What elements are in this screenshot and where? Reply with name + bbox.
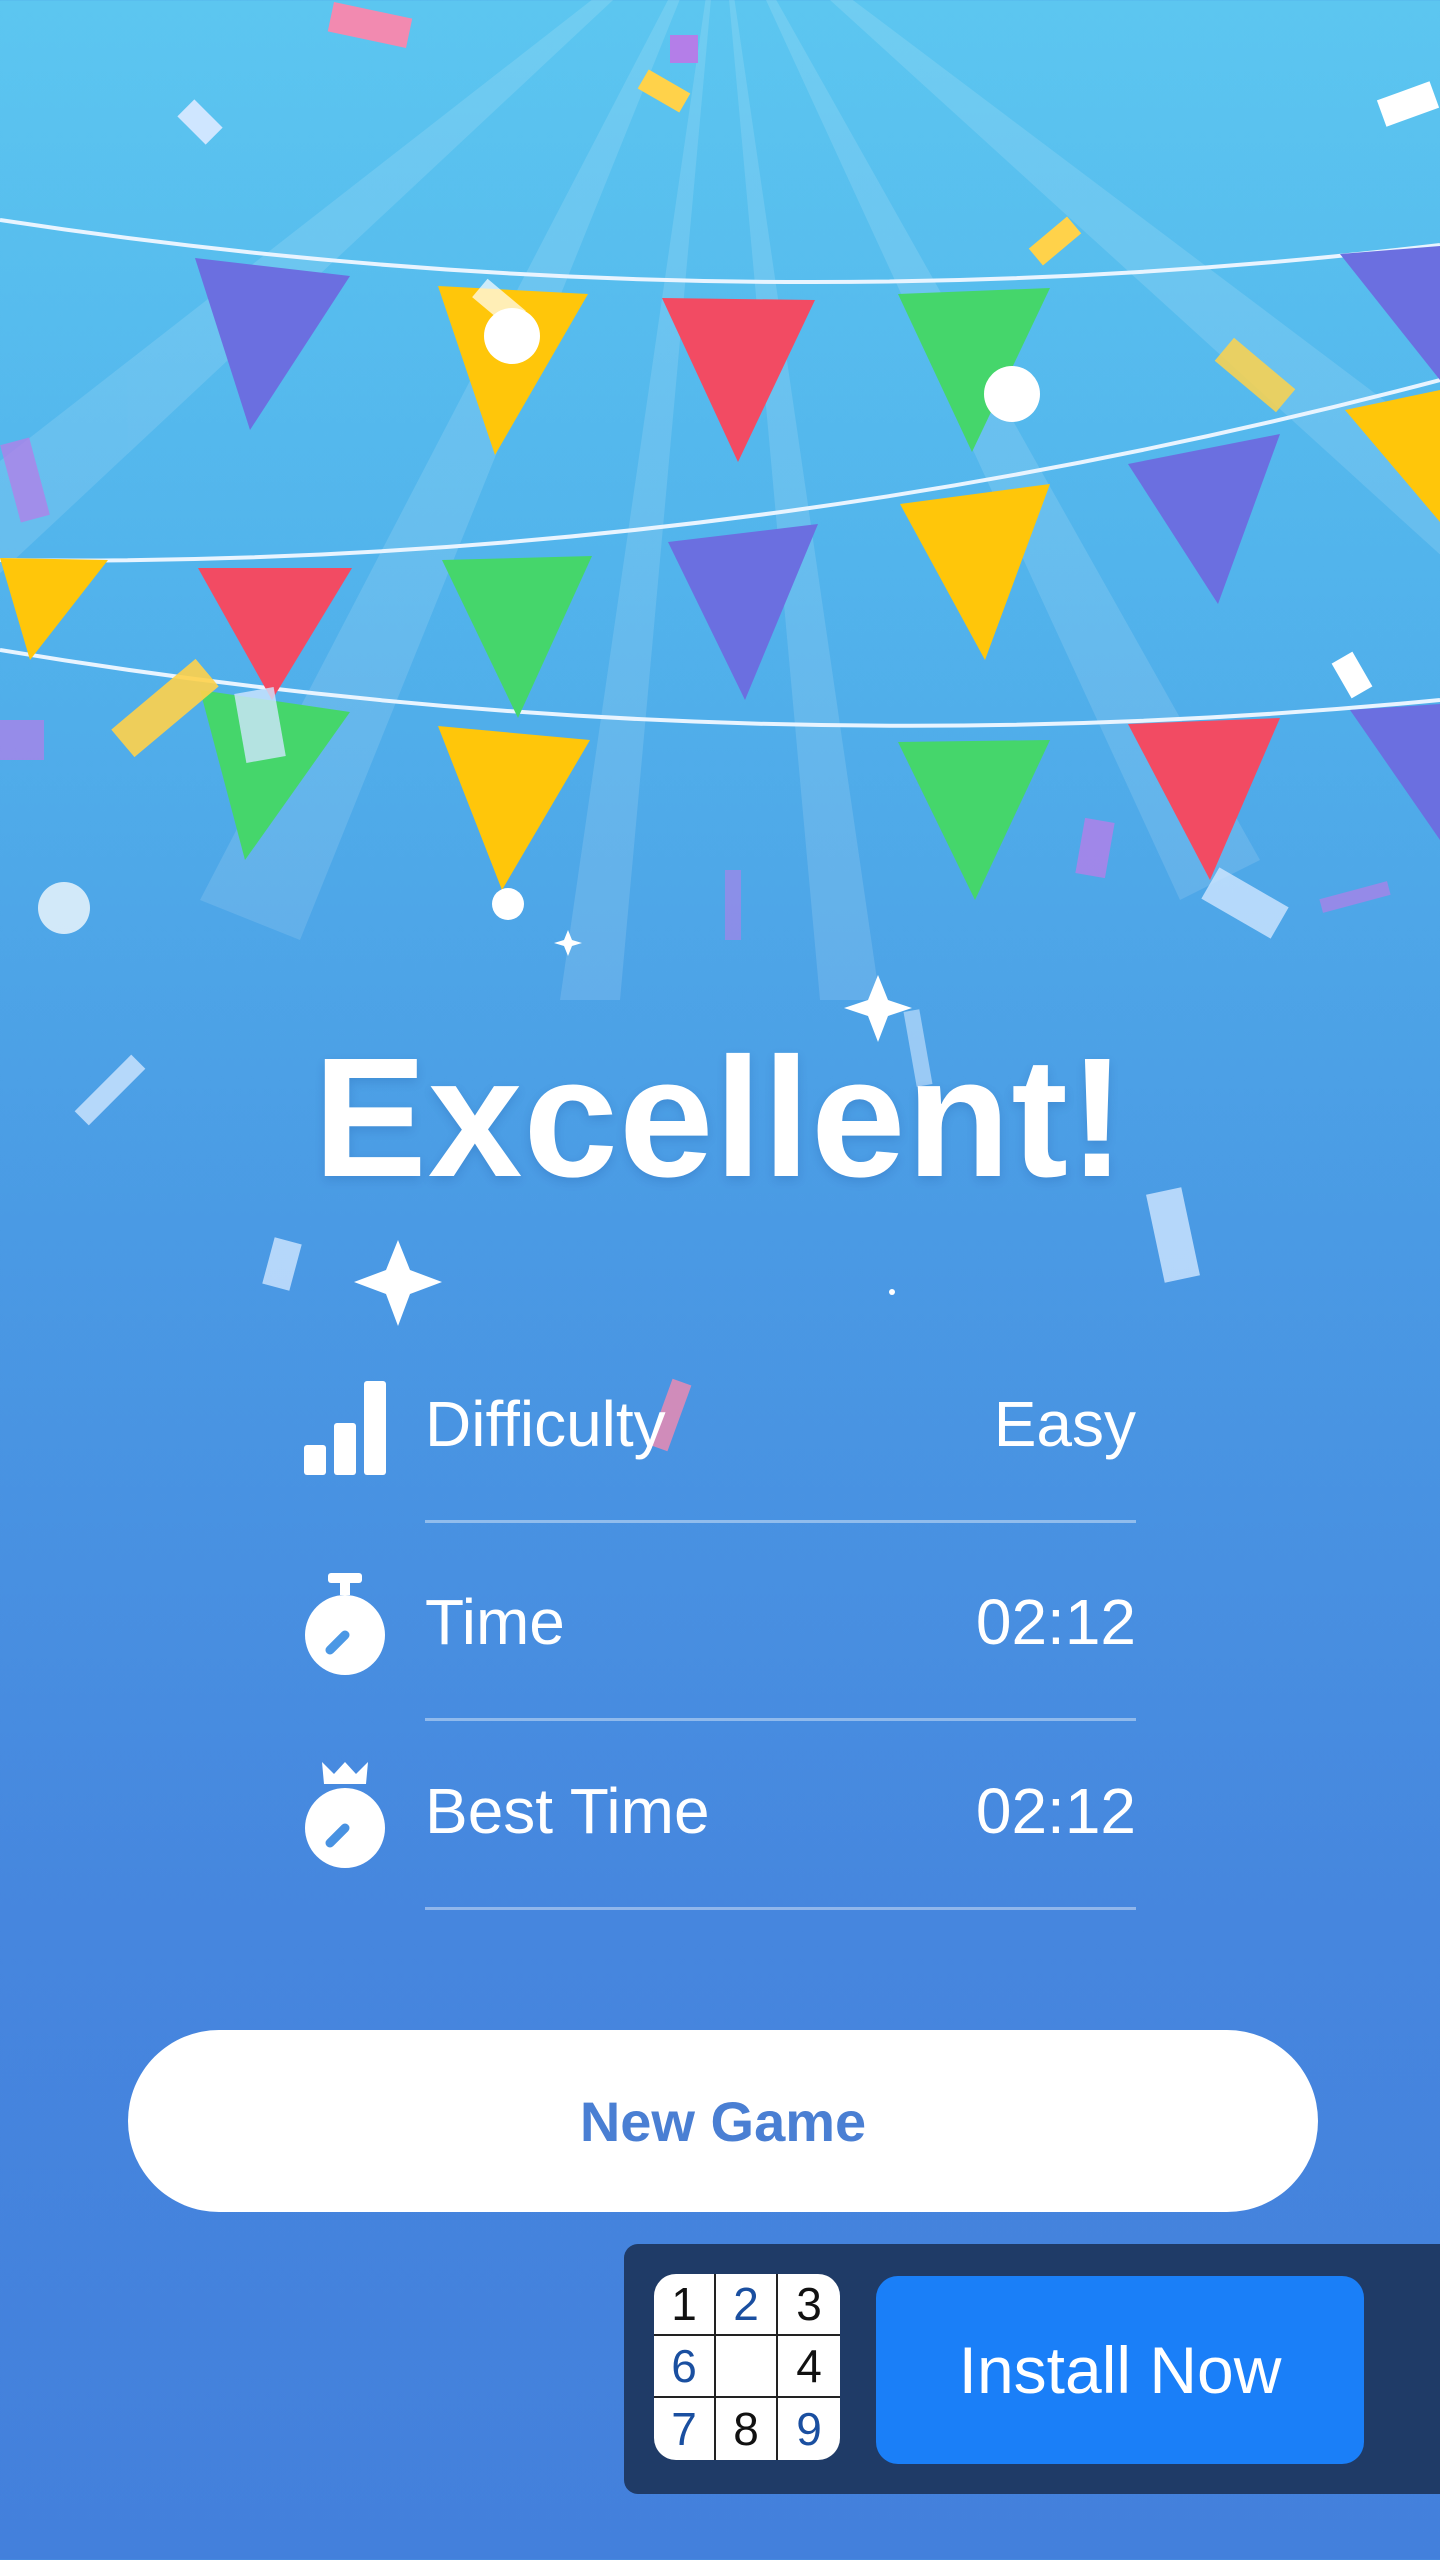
install-now-button[interactable]: Install Now — [876, 2276, 1364, 2464]
time-label: Time — [425, 1586, 565, 1658]
stat-row-difficulty: Difficulty Easy — [290, 1375, 1136, 1565]
new-game-button[interactable]: New Game — [128, 2030, 1318, 2212]
result-title: Excellent! — [313, 1023, 1127, 1213]
stat-row-time: Time 02:12 — [290, 1573, 1136, 1763]
sudoku-app-logo[interactable]: 1 2 3 6 4 7 8 9 — [654, 2274, 840, 2460]
stat-row-best-time: Best Time 02:12 — [290, 1762, 1136, 1952]
difficulty-label: Difficulty — [425, 1388, 666, 1460]
ad-banner[interactable]: 1 2 3 6 4 7 8 9 Install Now — [624, 2244, 1440, 2494]
divider — [425, 1907, 1136, 1910]
bar-chart-icon — [304, 1381, 386, 1475]
logo-cell: 9 — [796, 2403, 822, 2455]
logo-cell: 1 — [654, 2274, 716, 2336]
logo-cell: 2 — [716, 2274, 778, 2336]
crown-stopwatch-icon — [305, 1762, 385, 1868]
logo-cell: 6 — [654, 2336, 716, 2398]
logo-cell: 7 — [654, 2398, 716, 2460]
difficulty-value: Easy — [993, 1388, 1136, 1460]
logo-cell: 3 — [778, 2274, 840, 2336]
logo-cell: 8 — [716, 2398, 778, 2460]
divider — [425, 1520, 1136, 1523]
best-time-value: 02:12 — [975, 1775, 1136, 1847]
logo-cell: 4 — [778, 2336, 840, 2398]
logo-cell — [716, 2336, 778, 2398]
divider — [425, 1718, 1136, 1721]
time-value: 02:12 — [975, 1586, 1136, 1658]
best-time-label: Best Time — [425, 1775, 710, 1847]
stopwatch-icon — [305, 1573, 385, 1675]
bunting-flags-middle — [0, 390, 1440, 718]
